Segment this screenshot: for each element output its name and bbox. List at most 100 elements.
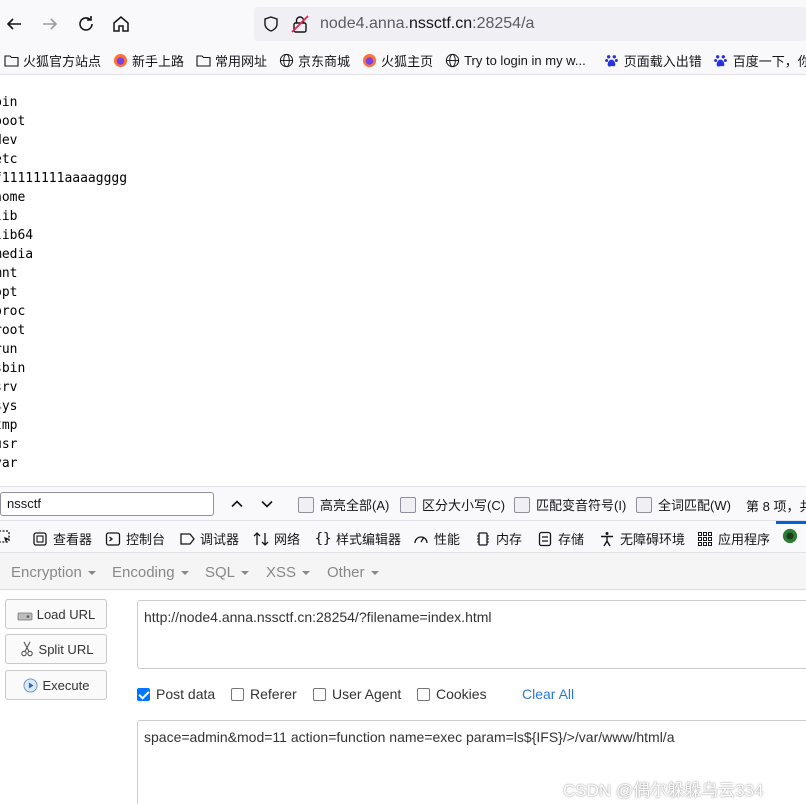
menu-label: Encoding bbox=[112, 564, 175, 581]
find-input[interactable]: nssctf bbox=[0, 492, 214, 516]
tab-debugger[interactable]: 调试器 bbox=[179, 529, 239, 548]
bookmark-label: Try to login in my w... bbox=[464, 53, 586, 68]
url-prefix: node4.anna. bbox=[320, 15, 409, 32]
menu-sql[interactable]: SQL bbox=[205, 564, 250, 581]
home-icon bbox=[113, 16, 129, 32]
tab-accessibility[interactable]: 无障碍环境 bbox=[599, 529, 685, 548]
highlight-all-checkbox[interactable]: 高亮全部(A) bbox=[298, 495, 389, 514]
bookmark-item[interactable]: 常用网址 bbox=[195, 51, 267, 70]
tab-network[interactable]: 网络 bbox=[253, 529, 300, 548]
post-data-label: Post data bbox=[156, 686, 216, 702]
hackbar-menu: Encryption Encoding SQL XSS Other bbox=[0, 553, 806, 590]
url-bar[interactable]: node4.anna.nssctf.cn:28254/a bbox=[254, 7, 806, 41]
menu-label: Other bbox=[327, 564, 365, 581]
bookmark-item[interactable]: 火狐官方站点 bbox=[3, 51, 101, 70]
play-icon bbox=[23, 677, 39, 693]
load-url-button[interactable]: Load URL bbox=[5, 599, 107, 629]
globe-icon bbox=[278, 53, 294, 69]
globe-icon bbox=[444, 53, 460, 69]
tab-inspector[interactable]: 查看器 bbox=[32, 529, 92, 548]
checkbox-box bbox=[636, 496, 652, 513]
match-case-checkbox[interactable]: 区分大小写(C) bbox=[400, 495, 505, 514]
menu-encryption[interactable]: Encryption bbox=[11, 564, 96, 581]
cookies-checkbox[interactable]: Cookies bbox=[417, 686, 487, 702]
gauge-icon bbox=[413, 531, 429, 547]
tab-memory[interactable]: 内存 bbox=[475, 529, 522, 548]
clear-all-link[interactable]: Clear All bbox=[522, 686, 574, 702]
back-button[interactable] bbox=[0, 6, 32, 42]
directory-entry: media bbox=[0, 247, 34, 262]
find-bar: nssctf 高亮全部(A) 区分大小写(C) 匹配变音符号(I) 全词匹配(W… bbox=[0, 486, 806, 520]
directory-entry: srv bbox=[0, 380, 18, 395]
menu-xss[interactable]: XSS bbox=[266, 564, 311, 581]
checkbox-box bbox=[417, 687, 430, 701]
console-icon bbox=[105, 531, 121, 547]
referer-checkbox[interactable]: Referer bbox=[231, 686, 297, 702]
tab-label: 无障碍环境 bbox=[620, 532, 686, 547]
tab-style-editor[interactable]: {} 样式编辑器 bbox=[315, 529, 401, 548]
checkbox-box bbox=[313, 687, 326, 701]
shield-icon bbox=[264, 16, 278, 32]
whole-words-checkbox[interactable]: 全词匹配(W) bbox=[636, 495, 731, 514]
grid-icon bbox=[697, 531, 713, 547]
home-button[interactable] bbox=[103, 6, 139, 42]
tab-console[interactable]: 控制台 bbox=[105, 529, 165, 548]
directory-entry: usr bbox=[0, 437, 18, 452]
active-tab-indicator bbox=[776, 521, 806, 524]
menu-other[interactable]: Other bbox=[327, 564, 379, 581]
directory-entry: sbin bbox=[0, 361, 26, 376]
forward-button[interactable] bbox=[32, 6, 68, 42]
referer-label: Referer bbox=[250, 686, 297, 702]
bookmark-item[interactable]: 新手上路 bbox=[112, 51, 184, 70]
element-picker-button[interactable] bbox=[0, 529, 17, 545]
url-textarea[interactable]: http://node4.anna.nssctf.cn:28254/?filen… bbox=[137, 600, 806, 669]
directory-entry: mnt bbox=[0, 266, 18, 281]
folder-icon bbox=[3, 53, 19, 69]
tab-application[interactable]: 应用程序 bbox=[697, 529, 770, 548]
directory-entry: lib bbox=[0, 209, 18, 224]
match-diacritics-checkbox[interactable]: 匹配变音符号(I) bbox=[514, 495, 626, 514]
tab-storage[interactable]: 存储 bbox=[537, 529, 584, 548]
tab-hackbar[interactable] bbox=[782, 528, 803, 544]
baidu-icon bbox=[604, 53, 620, 69]
whole-words-label: 全词匹配(W) bbox=[658, 498, 731, 513]
tab-performance[interactable]: 性能 bbox=[413, 529, 460, 548]
user-agent-checkbox[interactable]: User Agent bbox=[313, 686, 401, 702]
checkbox-box bbox=[400, 496, 416, 513]
bookmark-item[interactable]: 百度一下，你就知 bbox=[713, 51, 806, 70]
baidu-icon bbox=[713, 53, 729, 69]
chevron-up-icon bbox=[231, 500, 243, 508]
menu-label: Encryption bbox=[11, 564, 82, 581]
forward-arrow-icon bbox=[43, 18, 58, 30]
caret-down-icon bbox=[370, 570, 379, 575]
bookmark-item[interactable]: Try to login in my w... bbox=[444, 53, 586, 69]
checkbox-box bbox=[514, 496, 530, 513]
reload-icon bbox=[79, 16, 93, 31]
find-previous-button[interactable] bbox=[226, 493, 248, 515]
directory-entry: dev bbox=[0, 133, 18, 148]
bookmark-item[interactable]: 火狐主页 bbox=[361, 51, 433, 70]
bookmark-item[interactable]: 页面载入出错 bbox=[604, 51, 702, 70]
caret-down-icon bbox=[87, 570, 96, 575]
directory-entry: tmp bbox=[0, 418, 18, 433]
caret-down-icon bbox=[241, 570, 250, 575]
bookmark-label: 火狐主页 bbox=[381, 54, 434, 69]
split-url-button[interactable]: Split URL bbox=[5, 634, 107, 664]
post-data-checkbox[interactable]: Post data bbox=[137, 686, 215, 702]
url-text[interactable]: node4.anna.nssctf.cn:28254/a bbox=[320, 15, 534, 33]
directory-entry: run bbox=[0, 342, 18, 357]
menu-encoding[interactable]: Encoding bbox=[112, 564, 189, 581]
split-url-label: Split URL bbox=[38, 641, 94, 657]
find-status: 第 8 项，共 bbox=[746, 499, 806, 514]
debugger-icon bbox=[179, 531, 195, 547]
find-next-button[interactable] bbox=[256, 493, 278, 515]
directory-entry: boot bbox=[0, 114, 26, 129]
reload-button[interactable] bbox=[68, 6, 104, 42]
insecure-lock-icon[interactable] bbox=[290, 14, 310, 34]
match-case-label: 区分大小写(C) bbox=[422, 498, 506, 513]
checkbox-checked bbox=[137, 687, 150, 701]
execute-button[interactable]: Execute bbox=[5, 670, 107, 700]
bookmark-label: 常用网址 bbox=[215, 54, 268, 69]
options-row: Post data Referer User Agent Cookies Cle… bbox=[137, 686, 797, 706]
bookmark-item[interactable]: 京东商城 bbox=[278, 51, 350, 70]
